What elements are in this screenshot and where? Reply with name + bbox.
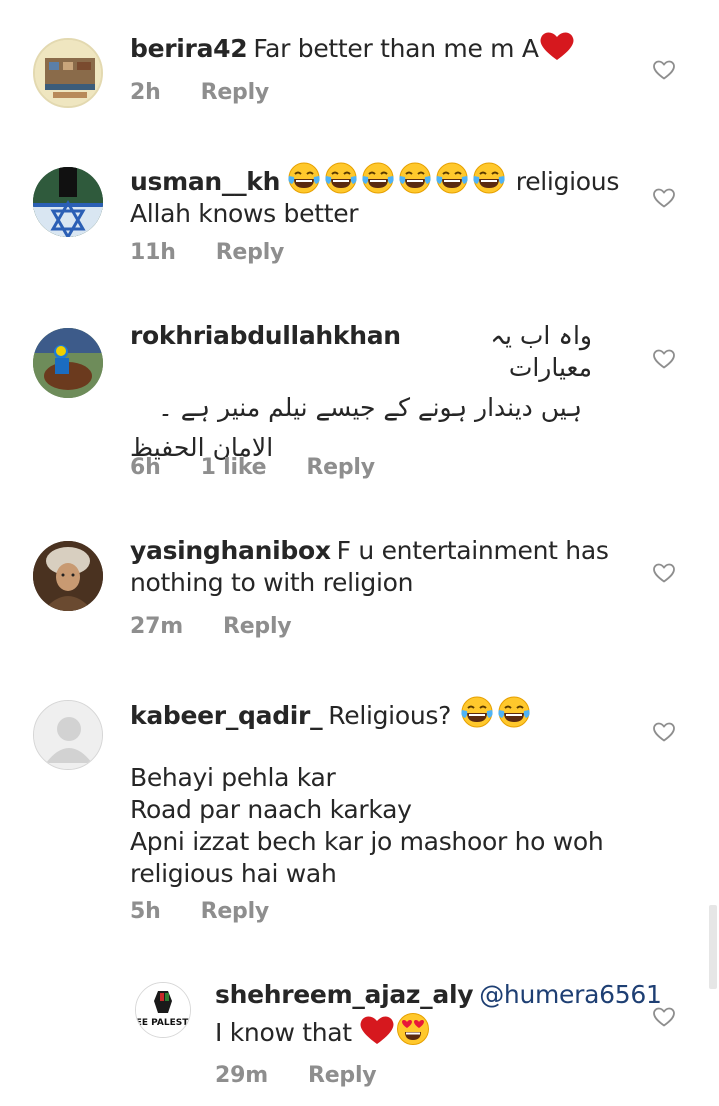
comment-meta: 5h Reply: [130, 899, 269, 924]
like-heart-icon[interactable]: [652, 58, 676, 82]
reply-button[interactable]: Reply: [201, 80, 270, 105]
avatar[interactable]: [33, 167, 103, 237]
tears-of-joy-emoji: [459, 694, 495, 730]
scrollbar-thumb[interactable]: [709, 905, 717, 989]
comment-meta: 6h 1 like Reply: [130, 455, 375, 480]
comment-text: shehreem_ajaz_aly @humera6561 I know that: [215, 979, 662, 1049]
like-heart-icon[interactable]: [652, 561, 676, 585]
comment-body-line: Allah knows better: [130, 199, 359, 228]
red-heart-emoji: [539, 30, 575, 62]
comment-username[interactable]: rokhriabdullahkhan: [130, 320, 401, 384]
comment-body-line: Road par naach karkay: [130, 795, 412, 824]
comment-meta: 2h Reply: [130, 80, 269, 105]
reply-button[interactable]: Reply: [308, 1063, 377, 1088]
like-heart-icon[interactable]: [652, 347, 676, 371]
comment-username[interactable]: kabeer_qadir_: [130, 701, 323, 730]
timestamp: 11h: [130, 240, 176, 265]
tears-of-joy-emoji: [496, 694, 532, 730]
timestamp: 27m: [130, 614, 183, 639]
comment-body: F u entertainment has: [336, 536, 609, 565]
comment-username[interactable]: usman__kh: [130, 167, 280, 196]
reply-button[interactable]: Reply: [223, 614, 292, 639]
like-heart-icon[interactable]: [652, 1005, 676, 1029]
tears-of-joy-emoji: [286, 160, 322, 196]
like-heart-icon[interactable]: [652, 720, 676, 744]
tears-of-joy-emoji: [471, 160, 507, 196]
reply-button[interactable]: Reply: [306, 455, 375, 480]
avatar-logo-text: FREE PALESTINE: [136, 1018, 191, 1028]
comment-body-line: I know that: [215, 1018, 352, 1047]
comment-body: Far better than me m A: [253, 34, 539, 63]
timestamp: 6h: [130, 455, 161, 480]
avatar[interactable]: [33, 328, 103, 398]
timestamp: 2h: [130, 80, 161, 105]
comment-text: berira42 Far better than me m A: [130, 30, 575, 65]
comment-body-line: Apni izzat bech kar jo mashoor ho woh: [130, 827, 604, 856]
comment-meta: 11h Reply: [130, 240, 284, 265]
comment-text: yasinghanibox F u entertainment has nothi…: [130, 535, 609, 599]
comment-body-line: religious hai wah: [130, 859, 337, 888]
tears-of-joy-emoji: [360, 160, 396, 196]
heart-eyes-emoji: [395, 1011, 431, 1047]
likes-count[interactable]: 1 like: [201, 455, 267, 480]
comment-text: kabeer_qadir_ Religious? Behayi pehla kar…: [130, 694, 604, 890]
tears-of-joy-emoji: [434, 160, 470, 196]
tears-of-joy-emoji: [323, 160, 359, 196]
comment-meta: 27m Reply: [130, 614, 292, 639]
comment-meta: 29m Reply: [215, 1063, 377, 1088]
avatar[interactable]: [33, 700, 103, 770]
comment-body: Religious?: [328, 701, 452, 730]
timestamp: 5h: [130, 899, 161, 924]
tears-of-joy-emoji: [397, 160, 433, 196]
comment-username[interactable]: berira42: [130, 34, 248, 63]
reply-button[interactable]: Reply: [201, 899, 270, 924]
comment-body: religious: [515, 167, 620, 196]
comment-username[interactable]: shehreem_ajaz_aly: [215, 980, 474, 1009]
comment-body-line: nothing to with religion: [130, 568, 414, 597]
comment-body-line: Behayi pehla kar: [130, 763, 336, 792]
reply-button[interactable]: Reply: [216, 240, 285, 265]
avatar[interactable]: [33, 541, 103, 611]
avatar[interactable]: FREE PALESTINE: [135, 982, 191, 1038]
mention-link[interactable]: @humera6561: [479, 980, 662, 1009]
comment-text: usman__kh religious Allah knows better: [130, 160, 619, 230]
red-heart-emoji: [359, 1014, 395, 1046]
comment-body-line: ہیں دیندار ہونے کے جیسے نیلم منیر ہے ۔: [158, 393, 582, 422]
comment-username[interactable]: yasinghanibox: [130, 536, 331, 565]
comment-body-line: واہ اب یہ معیارات: [490, 321, 592, 382]
timestamp: 29m: [215, 1063, 268, 1088]
avatar[interactable]: [33, 38, 103, 108]
like-heart-icon[interactable]: [652, 186, 676, 210]
comment-text: rokhriabdullahkhan واہ اب یہ معیارات ہیں…: [130, 320, 592, 464]
